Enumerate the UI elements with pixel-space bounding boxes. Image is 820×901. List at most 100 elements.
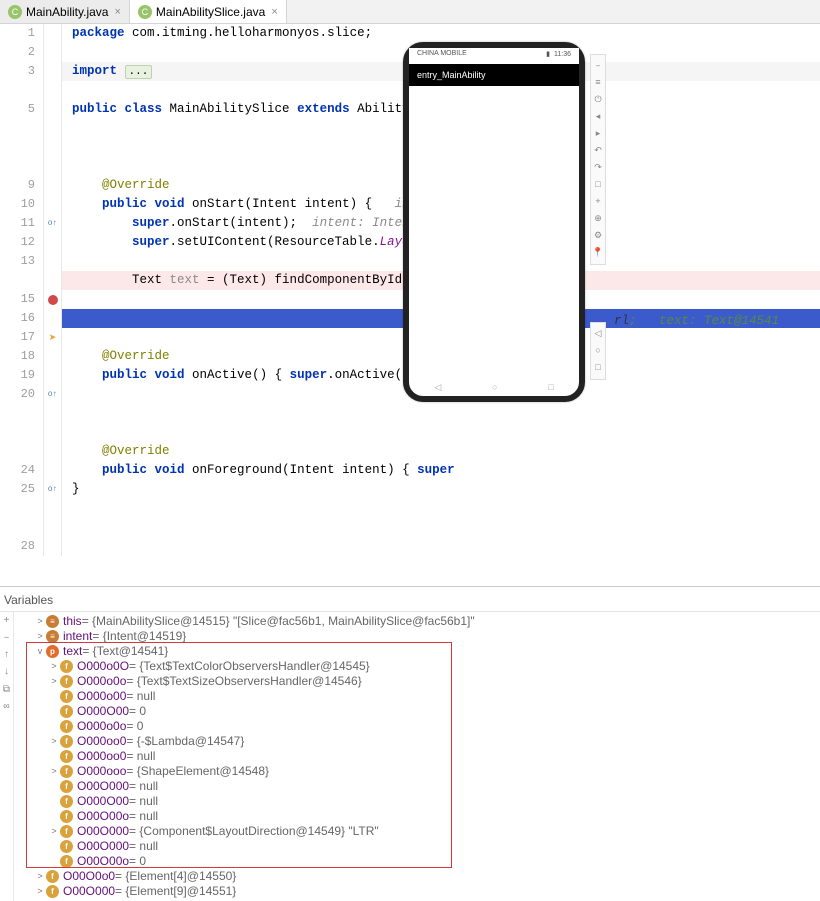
- variable-row[interactable]: >fO00O0o0 = {Element[4]@14550}: [14, 869, 820, 884]
- java-icon: C: [138, 5, 152, 19]
- expand-arrow-icon[interactable]: >: [48, 659, 60, 674]
- variable-row[interactable]: fO00O00o = null: [14, 809, 820, 824]
- zoom-out-icon[interactable]: ⊕: [594, 214, 602, 224]
- carrier-label: CHINA MOBILE: [417, 50, 467, 64]
- variable-row[interactable]: >fO000oo0 = {-$Lambda@14547}: [14, 734, 820, 749]
- variable-row[interactable]: >≡this = {MainAbilitySlice@14515} "[Slic…: [14, 614, 820, 629]
- nav-recent-icon[interactable]: □: [548, 383, 553, 393]
- zoom-in-icon[interactable]: +: [595, 197, 600, 207]
- type-badge-icon: f: [60, 780, 73, 793]
- add-watch-icon[interactable]: +: [3, 616, 9, 627]
- override-marker-icon[interactable]: o↑: [44, 480, 61, 499]
- pin-icon[interactable]: 📍: [592, 248, 603, 258]
- variable-value: = null: [129, 794, 158, 809]
- variable-row[interactable]: fO000O00 = 0: [14, 704, 820, 719]
- rotate-left-icon[interactable]: ↶: [594, 146, 602, 156]
- close-icon[interactable]: ×: [114, 6, 120, 18]
- variable-row[interactable]: fO000oo0 = null: [14, 749, 820, 764]
- variables-panel: Variables + – ↑ ↓ ⧉ ∞ >≡this = {MainAbil…: [0, 586, 820, 901]
- variable-value: = null: [129, 809, 158, 824]
- type-badge-icon: p: [46, 645, 59, 658]
- remove-watch-icon[interactable]: –: [3, 633, 9, 644]
- type-badge-icon: f: [60, 720, 73, 733]
- minimize-icon[interactable]: –: [595, 61, 600, 71]
- type-badge-icon: f: [60, 690, 73, 703]
- type-badge-icon: f: [60, 660, 73, 673]
- preview-toolbar: – ≡ ⏻ ◂ ▸ ↶ ↷ □ + ⊕ ⚙ 📍: [590, 54, 606, 265]
- variable-row[interactable]: >fO00O000 = {Component$LayoutDirection@1…: [14, 824, 820, 839]
- variable-value: = 0: [129, 854, 146, 869]
- variable-row[interactable]: fO00O000 = null: [14, 839, 820, 854]
- type-badge-icon: f: [60, 735, 73, 748]
- variable-row[interactable]: >≡intent = {Intent@14519}: [14, 629, 820, 644]
- power-icon[interactable]: ⏻: [594, 95, 601, 105]
- variable-row[interactable]: >fO000ooo = {ShapeElement@14548}: [14, 764, 820, 779]
- variable-row[interactable]: fO000o00 = null: [14, 689, 820, 704]
- override-marker-icon[interactable]: o↑: [44, 214, 61, 233]
- variable-name: O000oo0: [77, 734, 126, 749]
- expand-arrow-icon[interactable]: >: [34, 869, 46, 884]
- variable-name: O00O000: [77, 779, 129, 794]
- copy-icon[interactable]: ⧉: [3, 684, 10, 696]
- volume-up-icon[interactable]: ◂: [596, 112, 601, 122]
- close-icon[interactable]: ×: [271, 6, 277, 18]
- type-badge-icon: f: [60, 855, 73, 868]
- square-icon[interactable]: □: [595, 363, 600, 373]
- type-badge-icon: f: [60, 840, 73, 853]
- expand-arrow-icon[interactable]: >: [48, 824, 60, 839]
- variable-row[interactable]: >fO00O000 = {Element[9]@14551}: [14, 884, 820, 899]
- gutter-icons: o↑ ➤ o↑ o↑: [44, 24, 62, 556]
- expand-arrow-icon[interactable]: >: [34, 614, 46, 629]
- variable-row[interactable]: >f O000o0O = {Text$TextColorObserversHand…: [14, 659, 820, 674]
- variable-value: = {Text$TextColorObserversHandler@14545}: [129, 659, 370, 674]
- nav-back-icon[interactable]: ◁: [434, 383, 441, 393]
- variable-row[interactable]: fO00O00o = 0: [14, 854, 820, 869]
- variable-name: this: [63, 614, 82, 629]
- editor-tabs: CMainAbility.java× C MainAbilitySlice.jav…: [0, 0, 820, 24]
- variable-row[interactable]: fO000O00 = null: [14, 794, 820, 809]
- menu-icon[interactable]: ≡: [595, 78, 600, 88]
- variables-tree[interactable]: >≡this = {MainAbilitySlice@14515} "[Slic…: [14, 612, 820, 901]
- down-icon[interactable]: ↓: [3, 667, 9, 678]
- tab-mainabilityslice[interactable]: C MainAbilitySlice.java ×: [130, 0, 287, 23]
- inline-hint: rl; text: Text@14541: [614, 314, 779, 328]
- breakpoint-icon[interactable]: [44, 290, 61, 309]
- fold-region[interactable]: ...: [125, 65, 153, 79]
- code-editor[interactable]: 1235910111213151617181920242528 o↑ ➤ o↑ …: [0, 24, 820, 556]
- variable-name: O000O00: [77, 704, 129, 719]
- prev-icon[interactable]: ◁: [595, 329, 602, 339]
- variable-row[interactable]: vptext = {Text@14541}: [14, 644, 820, 659]
- variable-value: = {Text$TextSizeObserversHandler@14546}: [126, 674, 361, 689]
- expand-arrow-icon[interactable]: >: [48, 764, 60, 779]
- expand-arrow-icon[interactable]: >: [34, 884, 46, 899]
- variable-value: = {Intent@14519}: [92, 629, 186, 644]
- tab-label: MainAbilitySlice.java: [156, 5, 265, 19]
- expand-arrow-icon[interactable]: >: [48, 734, 60, 749]
- variable-name: O000ooo: [77, 764, 126, 779]
- volume-down-icon[interactable]: ▸: [596, 129, 601, 139]
- variable-value: = {ShapeElement@14548}: [126, 764, 269, 779]
- expand-arrow-icon[interactable]: >: [48, 674, 60, 689]
- variable-value: = {Text@14541}: [82, 644, 168, 659]
- variable-name: O000o00: [77, 689, 126, 704]
- link-icon[interactable]: ∞: [3, 702, 9, 713]
- expand-arrow-icon[interactable]: v: [34, 644, 46, 659]
- circle-icon[interactable]: ○: [595, 346, 600, 356]
- variable-value: = null: [129, 839, 158, 854]
- screenshot-icon[interactable]: □: [595, 180, 600, 190]
- override-marker-icon[interactable]: o↑: [44, 385, 61, 404]
- variable-row[interactable]: fO000o0o = 0: [14, 719, 820, 734]
- rotate-right-icon[interactable]: ↷: [594, 163, 602, 173]
- variable-name: O000o0O: [77, 659, 129, 674]
- expand-arrow-icon[interactable]: >: [34, 629, 46, 644]
- nav-home-icon[interactable]: ○: [492, 383, 497, 393]
- preview-toolbar-lower: ◁ ○ □: [590, 322, 606, 380]
- variable-name: text: [63, 644, 82, 659]
- tab-mainability[interactable]: CMainAbility.java×: [0, 0, 130, 23]
- variable-row[interactable]: >fO000o0o = {Text$TextSizeObserversHandl…: [14, 674, 820, 689]
- variable-row[interactable]: fO00O000 = null: [14, 779, 820, 794]
- up-icon[interactable]: ↑: [3, 650, 9, 661]
- type-badge-icon: f: [46, 870, 59, 883]
- settings-icon[interactable]: ⚙: [594, 231, 602, 241]
- variable-name: O00O000: [77, 824, 129, 839]
